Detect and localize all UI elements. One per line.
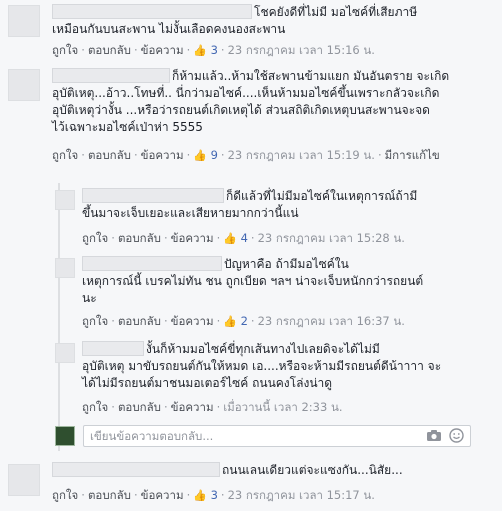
like-link[interactable]: ถูกใจ [82, 400, 108, 414]
comment-actions: ถูกใจ · ตอบกลับ · ข้อความ · เมื่อวานนี้ เวลา 2… [82, 400, 343, 414]
avatar[interactable] [55, 258, 75, 278]
reply-link[interactable]: ตอบกลับ [88, 148, 131, 162]
comment-text: โชคยังดีที่ไม่มี มอไซค์ที่เสียภาษี เหมือ… [52, 4, 418, 36]
comment-text: ถนนเลนเดียวแต่จะแซงกัน...นิสัย... [52, 462, 403, 479]
avatar[interactable] [8, 5, 40, 37]
timestamp[interactable]: 23 กรกฎาคม เวลา 16:37 น. [258, 314, 405, 328]
message-link[interactable]: ข้อความ [171, 314, 214, 328]
thumbs-up-icon: 👍 [193, 44, 207, 57]
comment-text: ก็ห้ามแล้ว..ห้ามใช้สะพานข้ามแยก มันอันตร… [52, 68, 450, 134]
reply-thread-line [58, 183, 60, 451]
thumbs-up-icon: 👍 [193, 489, 207, 502]
message-link[interactable]: ข้อความ [141, 488, 184, 502]
commenter-name[interactable] [52, 4, 252, 19]
comment-actions: ถูกใจ · ตอบกลับ · ข้อความ · 👍 9 · 23 กรกฎาคม เวล… [52, 148, 440, 162]
smiley-icon[interactable] [449, 428, 464, 443]
message-link[interactable]: ข้อความ [171, 400, 214, 414]
like-link[interactable]: ถูกใจ [82, 231, 108, 245]
avatar[interactable] [55, 190, 75, 210]
reply-link[interactable]: ตอบกลับ [88, 488, 131, 502]
reply-input[interactable] [84, 426, 414, 446]
timestamp[interactable]: 23 กรกฎาคม เวลา 15:19 น. [228, 148, 375, 162]
timestamp[interactable]: เมื่อวานนี้ เวลา 2:33 น. [223, 400, 342, 414]
commenter-name[interactable] [82, 341, 144, 356]
edited-link[interactable]: มีการแก้ไข [385, 148, 440, 162]
avatar[interactable] [8, 69, 40, 101]
avatar[interactable] [55, 343, 75, 363]
comment-actions: ถูกใจ · ตอบกลับ · ข้อความ · 👍 4 · 23 กรกฎาคม เวล… [82, 231, 405, 245]
my-avatar [55, 426, 75, 446]
like-count[interactable]: 3 [211, 488, 218, 502]
timestamp[interactable]: 23 กรกฎาคม เวลา 15:28 น. [258, 231, 405, 245]
like-link[interactable]: ถูกใจ [52, 148, 78, 162]
like-link[interactable]: ถูกใจ [52, 43, 78, 57]
like-link[interactable]: ถูกใจ [52, 488, 78, 502]
thumbs-up-icon: 👍 [223, 232, 237, 245]
like-count[interactable]: 2 [241, 314, 248, 328]
commenter-name[interactable] [52, 462, 220, 477]
reply-link[interactable]: ตอบกลับ [118, 400, 161, 414]
timestamp[interactable]: 23 กรกฎาคม เวลา 15:16 น. [228, 43, 375, 57]
commenter-name[interactable] [82, 188, 224, 203]
like-count[interactable]: 9 [211, 148, 218, 162]
message-link[interactable]: ข้อความ [141, 43, 184, 57]
camera-icon[interactable] [426, 429, 442, 442]
thumbs-up-icon: 👍 [193, 149, 207, 162]
reply-input-box[interactable] [83, 425, 471, 447]
comment-text: ปัญหาคือ ถ้ามีมอไซค์ใน เหตุการณ์นี้ เบรค… [82, 256, 424, 305]
like-link[interactable]: ถูกใจ [82, 314, 108, 328]
timestamp[interactable]: 23 กรกฎาคม เวลา 15:17 น. [228, 488, 375, 502]
message-link[interactable]: ข้อความ [171, 231, 214, 245]
comment-actions: ถูกใจ · ตอบกลับ · ข้อความ · 👍 2 · 23 กรกฎาคม เวล… [82, 314, 405, 328]
comment-actions: ถูกใจ · ตอบกลับ · ข้อความ · 👍 3 · 23 กรกฎาคม เวล… [52, 488, 375, 502]
avatar[interactable] [8, 464, 40, 496]
comment-text: ก็ดีแล้วที่ไม่มีมอไซค์ในเหตุการณ์ถ้ามี ข… [82, 188, 418, 220]
thumbs-up-icon: 👍 [223, 315, 237, 328]
like-count[interactable]: 4 [241, 231, 248, 245]
reply-link[interactable]: ตอบกลับ [118, 314, 161, 328]
comment-text: งั้นก็ห้ามมอไซค์ขี่ทุกเส้นทางไปเลยดิจะได… [82, 341, 442, 390]
like-count[interactable]: 3 [211, 43, 218, 57]
comment-actions: ถูกใจ · ตอบกลับ · ข้อความ · 👍 3 · 23 กรกฎาคม เวล… [52, 43, 375, 57]
reply-link[interactable]: ตอบกลับ [88, 43, 131, 57]
message-link[interactable]: ข้อความ [141, 148, 184, 162]
commenter-name[interactable] [52, 68, 170, 83]
reply-link[interactable]: ตอบกลับ [118, 231, 161, 245]
commenter-name[interactable] [82, 256, 222, 271]
